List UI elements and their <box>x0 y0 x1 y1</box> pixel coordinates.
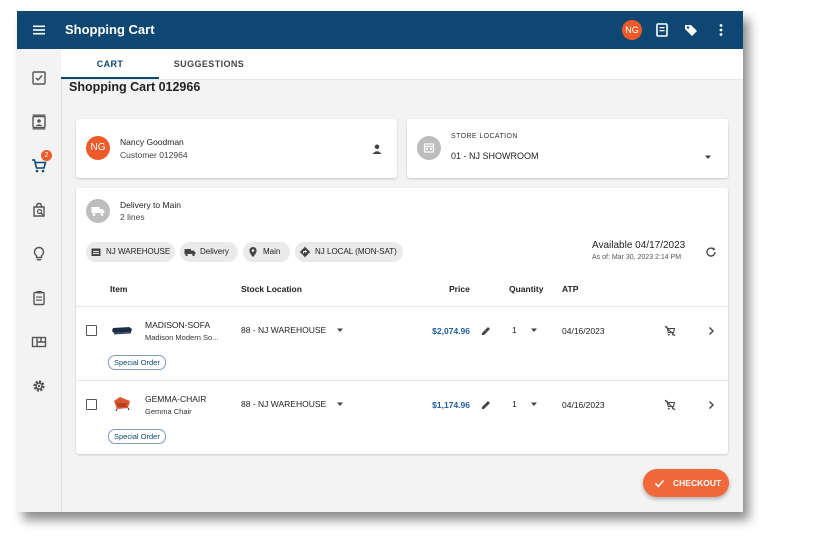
chevron-down-icon[interactable] <box>528 398 540 410</box>
check-icon <box>654 479 665 488</box>
store-location-card[interactable]: STORE LOCATION 01 - NJ SHOWROOM <box>407 119 728 178</box>
price: $1,174.96 <box>432 400 470 410</box>
stock-location[interactable]: 88 - NJ WAREHOUSE <box>241 399 326 409</box>
person-icon[interactable] <box>371 143 383 155</box>
checklist-icon[interactable] <box>30 69 48 87</box>
receipt-icon[interactable] <box>654 22 670 38</box>
customer-avatar: NG <box>86 136 110 160</box>
chevron-right-icon[interactable] <box>705 399 717 411</box>
checkout-label: CHECKOUT <box>673 478 722 488</box>
sofa-thumbnail <box>112 327 132 335</box>
customer-id: Customer 012964 <box>120 150 188 160</box>
truck-icon <box>184 249 196 257</box>
remove-from-cart-icon[interactable] <box>664 325 676 337</box>
edit-icon[interactable] <box>480 399 492 411</box>
clipboard-icon[interactable] <box>30 289 48 307</box>
lightbulb-icon[interactable] <box>30 245 48 263</box>
customer-card[interactable]: NG Nancy Goodman Customer 012964 <box>76 119 397 178</box>
chip-route[interactable]: NJ LOCAL (MON-SAT) <box>295 242 403 262</box>
settings-icon[interactable] <box>30 377 48 395</box>
dashboard-icon[interactable] <box>30 333 48 351</box>
app-title: Shopping Cart <box>65 22 155 37</box>
header-stock: Stock Location <box>241 284 302 294</box>
chip-main[interactable]: Main <box>243 242 290 262</box>
price: $2,074.96 <box>432 326 470 336</box>
remove-from-cart-icon[interactable] <box>664 399 676 411</box>
app-bar: Shopping Cart NG <box>17 11 743 49</box>
checkout-button[interactable]: CHECKOUT <box>643 469 729 497</box>
delivery-title: Delivery to Main <box>120 200 181 210</box>
available-date: Available 04/17/2023 <box>592 240 686 251</box>
store-icon <box>417 136 441 160</box>
quantity[interactable]: 1 <box>512 325 517 335</box>
chair-thumbnail <box>114 397 130 412</box>
chevron-down-icon[interactable] <box>702 151 714 163</box>
tab-bar: CART SUGGESTIONS <box>61 49 743 80</box>
stock-location[interactable]: 88 - NJ WAREHOUSE <box>241 325 326 335</box>
tag-icon[interactable] <box>683 22 699 38</box>
refresh-icon[interactable] <box>705 246 717 258</box>
header-qty: Quantity <box>509 284 544 294</box>
product-name: MADISON-SOFA <box>145 320 211 330</box>
row-checkbox[interactable] <box>86 399 97 410</box>
tab-cart[interactable]: CART <box>61 49 159 79</box>
store-location-value[interactable]: 01 - NJ SHOWROOM <box>451 151 539 161</box>
more-vert-icon[interactable] <box>713 22 729 38</box>
product-desc: Madison Modern So... <box>145 333 219 342</box>
special-order-badge: Special Order <box>108 355 166 370</box>
store-location-label: STORE LOCATION <box>451 133 518 140</box>
chevron-down-icon[interactable] <box>334 398 346 410</box>
delivery-lines: 2 lines <box>120 212 145 222</box>
tab-suggestions[interactable]: SUGGESTIONS <box>159 49 259 79</box>
chevron-right-icon[interactable] <box>705 325 717 337</box>
menu-icon[interactable] <box>31 22 47 38</box>
special-order-badge: Special Order <box>108 429 166 444</box>
header-item: Item <box>110 284 128 294</box>
search-orders-icon[interactable] <box>30 201 48 219</box>
divider <box>75 380 728 381</box>
product-desc: Gemma Chair <box>145 407 192 416</box>
truck-avatar <box>86 199 110 223</box>
product-name: GEMMA-CHAIR <box>145 394 207 404</box>
chip-warehouse[interactable]: NJ WAREHOUSE <box>86 242 175 262</box>
row-checkbox[interactable] <box>86 325 97 336</box>
page-title: Shopping Cart 012966 <box>69 80 201 94</box>
atp-date: 04/16/2023 <box>562 400 605 410</box>
cart-badge: 2 <box>41 150 52 161</box>
header-atp: ATP <box>562 284 579 294</box>
chip-delivery[interactable]: Delivery <box>180 242 238 262</box>
customer-name: Nancy Goodman <box>120 137 184 147</box>
divider <box>75 306 728 307</box>
user-avatar[interactable]: NG <box>622 20 642 40</box>
warehouse-icon <box>91 248 101 256</box>
atp-date: 04/16/2023 <box>562 326 605 336</box>
contacts-icon[interactable] <box>30 113 48 131</box>
edit-icon[interactable] <box>480 325 492 337</box>
chevron-down-icon[interactable] <box>334 324 346 336</box>
quantity[interactable]: 1 <box>512 399 517 409</box>
location-pin-icon <box>249 247 257 257</box>
chevron-down-icon[interactable] <box>528 324 540 336</box>
directions-icon <box>299 246 311 258</box>
sidebar: 2 <box>17 49 62 512</box>
as-of-timestamp: As of: Mar 30, 2023 2:14 PM <box>592 254 682 261</box>
header-price: Price <box>449 284 470 294</box>
